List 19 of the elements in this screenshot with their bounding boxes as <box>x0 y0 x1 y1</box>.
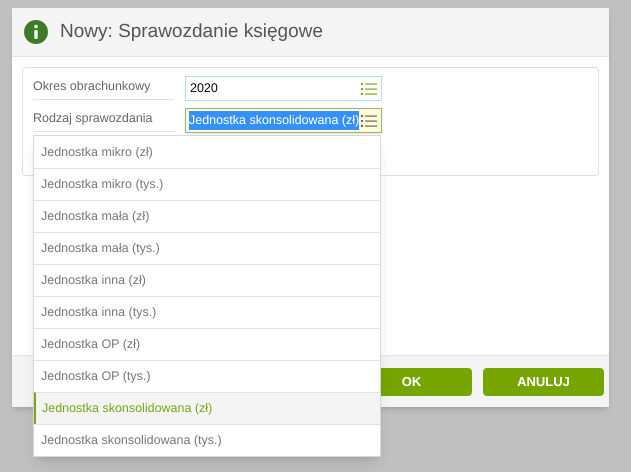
dropdown-option[interactable]: Jednostka skonsolidowana (zł) <box>34 392 380 424</box>
dropdown-option[interactable]: Jednostka inna (tys.) <box>34 296 380 328</box>
dropdown-option[interactable]: Jednostka OP (tys.) <box>34 360 380 392</box>
dropdown-option[interactable]: Jednostka skonsolidowana (tys.) <box>34 424 380 456</box>
select-field[interactable]: 2020 <box>185 76 382 101</box>
dropdown-option[interactable]: Jednostka mikro (zł) <box>34 136 380 168</box>
window-title: Nowy: Sprawozdanie księgowe <box>60 20 323 44</box>
dropdown-option[interactable]: Jednostka mikro (tys.) <box>34 168 380 200</box>
info-icon <box>24 20 48 44</box>
select-field[interactable]: Jednostka skonsolidowana (zł) <box>185 108 382 133</box>
list-icon[interactable] <box>361 114 377 126</box>
dialog-button[interactable]: ANULUJ <box>483 368 604 396</box>
field-label: Okres obrachunkowy <box>33 76 174 100</box>
dropdown-option[interactable]: Jednostka mała (tys.) <box>34 232 380 264</box>
list-icon[interactable] <box>361 82 377 94</box>
field-label: Rodzaj sprawozdania <box>33 108 174 132</box>
dropdown-option[interactable]: Jednostka OP (zł) <box>34 328 380 360</box>
dropdown-option[interactable]: Jednostka inna (zł) <box>34 264 380 296</box>
dropdown-option[interactable]: Jednostka mała (zł) <box>34 200 380 232</box>
